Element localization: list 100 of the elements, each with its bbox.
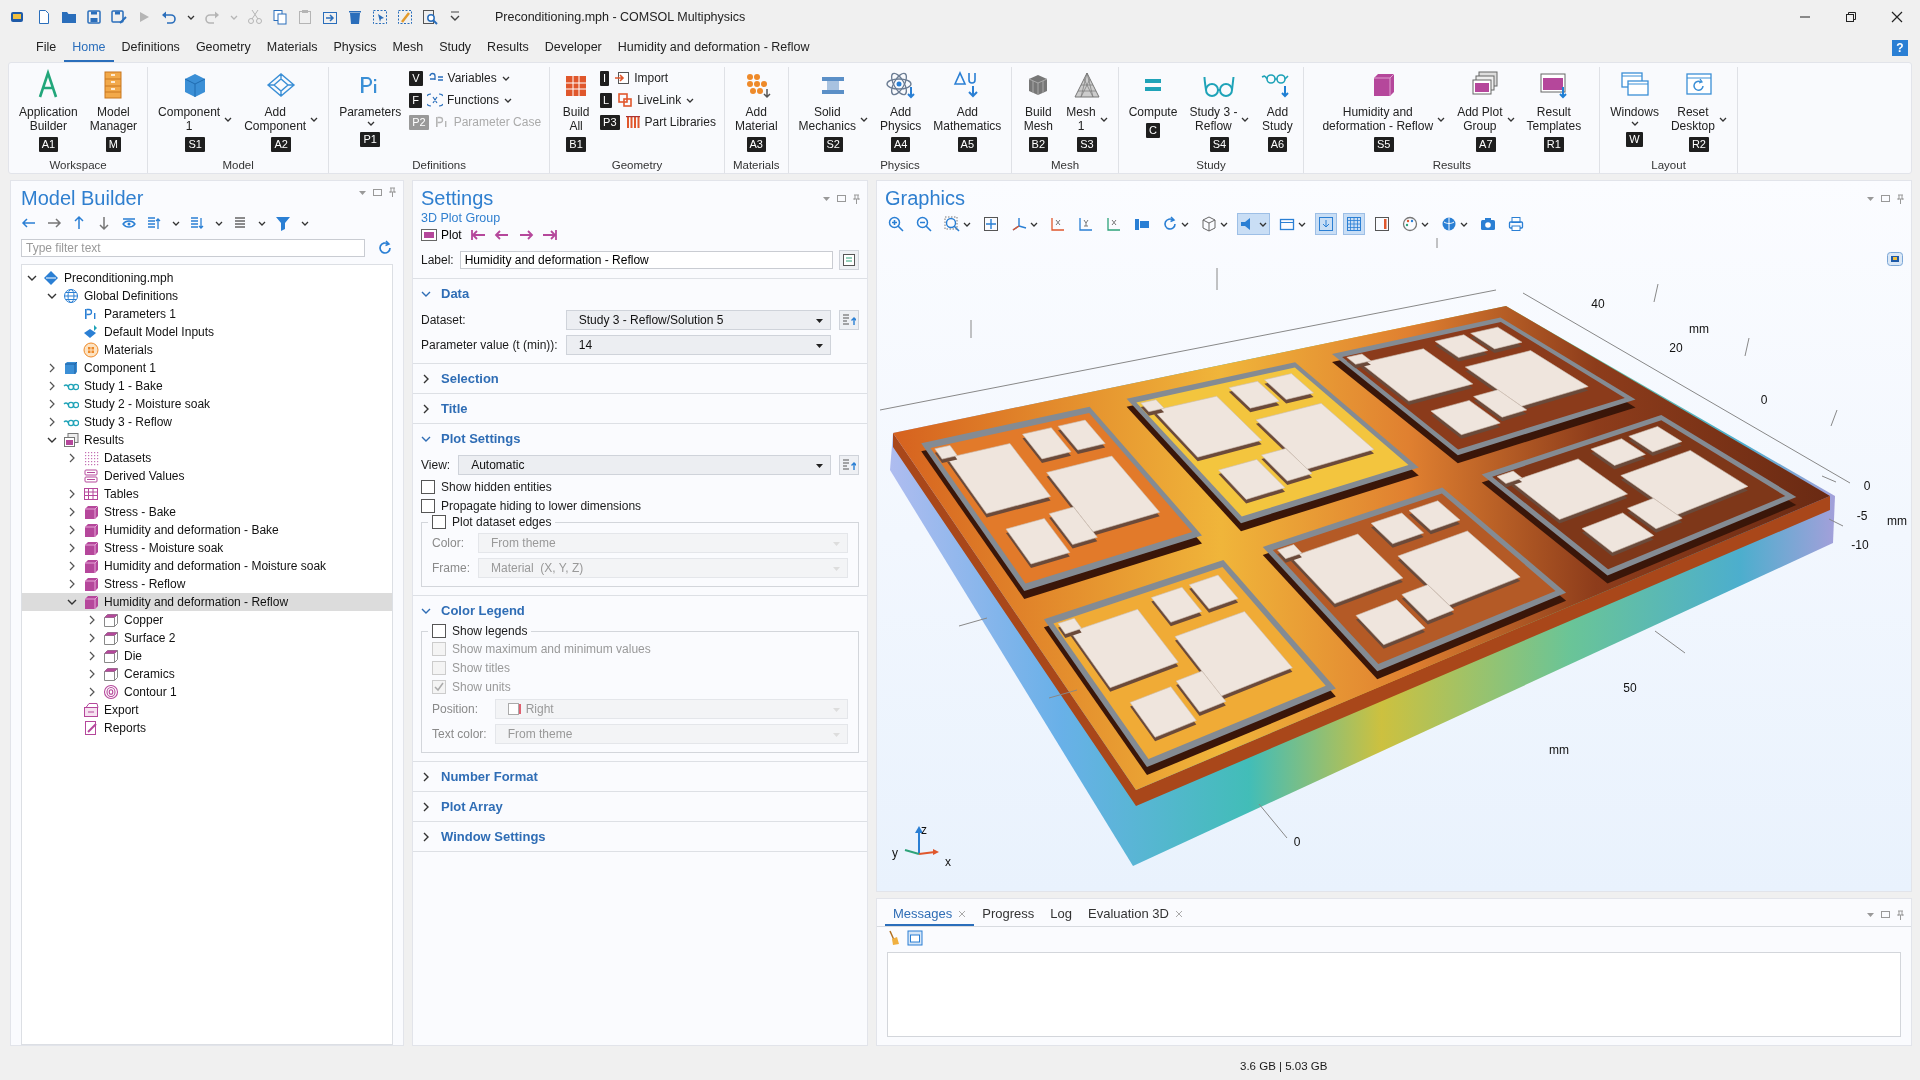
ribbon-button[interactable]: Humidity and deformation - Reflow: [1318, 67, 1450, 135]
tree-item[interactable]: Derived Values: [22, 467, 392, 485]
ribbon-button[interactable]: Build All: [556, 67, 597, 135]
collapse-chevron-icon[interactable]: [27, 273, 37, 283]
tree-item[interactable]: Reports: [22, 719, 392, 737]
dropdown[interactable]: Automatic: [458, 455, 831, 475]
save-as-icon[interactable]: [111, 9, 127, 25]
ribbon-button[interactable]: Windows: [1606, 67, 1663, 130]
save-icon[interactable]: [86, 9, 102, 25]
maximize-icon[interactable]: [373, 187, 382, 197]
close-icon[interactable]: [1891, 11, 1903, 23]
eye-icon[interactable]: [121, 215, 137, 231]
expand-chevron-icon[interactable]: [67, 579, 77, 589]
tree-item[interactable]: Export: [22, 701, 392, 719]
menu-tab[interactable]: Geometry: [187, 34, 259, 62]
brush-box-icon[interactable]: [397, 9, 413, 25]
folder-icon[interactable]: [61, 9, 77, 25]
toolbar-button[interactable]: [1315, 213, 1337, 235]
dropdown[interactable]: 14: [565, 335, 831, 355]
tree-item[interactable]: Component 1: [22, 359, 392, 377]
tree-item[interactable]: Study 3 - Reflow: [22, 413, 392, 431]
refresh-icon[interactable]: [377, 240, 393, 256]
panel-tab[interactable]: Progress: [974, 903, 1043, 926]
tree-item[interactable]: Contour 1: [22, 683, 392, 701]
menu-tab[interactable]: File: [28, 34, 65, 62]
menu-tab[interactable]: Materials: [258, 34, 326, 62]
section-header[interactable]: Selection: [413, 364, 867, 393]
plot-button[interactable]: Plot: [421, 228, 462, 242]
tree-item[interactable]: Study 1 - Bake: [22, 377, 392, 395]
ribbon-button[interactable]: Mesh 1: [1062, 67, 1112, 135]
tree-item[interactable]: Stress - Bake: [22, 503, 392, 521]
selection-box-icon[interactable]: [372, 9, 388, 25]
expand-chevron-icon[interactable]: [67, 561, 77, 571]
find-icon[interactable]: [422, 9, 438, 25]
copy-icon[interactable]: [272, 9, 288, 25]
section-header[interactable]: Plot Array: [413, 792, 867, 821]
ribbon-button[interactable]: LiveLink: [615, 91, 697, 109]
tree-item[interactable]: Stress - Moisture soak: [22, 539, 392, 557]
tree-item[interactable]: Humidity and deformation - Reflow: [22, 593, 392, 611]
tree-item[interactable]: Surface 2: [22, 629, 392, 647]
ribbon-button[interactable]: Component 1: [154, 67, 237, 135]
menu-tab[interactable]: Study: [431, 34, 480, 62]
pin-icon[interactable]: [388, 187, 397, 197]
ribbon-button[interactable]: Reset Desktop: [1666, 67, 1731, 135]
pin-icon[interactable]: [1896, 193, 1905, 204]
menu-tab[interactable]: Humidity and deformation - Reflow: [609, 34, 818, 62]
pin-icon[interactable]: [852, 193, 861, 204]
list-up-icon[interactable]: [146, 215, 162, 231]
expand-chevron-icon[interactable]: [87, 669, 97, 679]
ribbon-button[interactable]: Result Templates: [1522, 67, 1586, 135]
tree-item[interactable]: Humidity and deformation - Moisture soak: [22, 557, 392, 575]
collapse-chevron-icon[interactable]: [47, 291, 57, 301]
ribbon-button[interactable]: Variables: [425, 69, 512, 87]
next-icon[interactable]: [517, 228, 534, 242]
tree-item[interactable]: Datasets: [22, 449, 392, 467]
maximize-icon[interactable]: [1881, 194, 1890, 203]
tree-item[interactable]: Humidity and deformation - Bake: [22, 521, 392, 539]
tree-item[interactable]: Global Definitions: [22, 287, 392, 305]
tree-item[interactable]: Tables: [22, 485, 392, 503]
scene-light-icon[interactable]: [1887, 252, 1903, 266]
ribbon-button[interactable]: Add Plot Group: [1453, 67, 1519, 135]
tree-item[interactable]: Die: [22, 647, 392, 665]
section-header[interactable]: Window Settings: [413, 822, 867, 851]
undo-icon[interactable]: [161, 9, 177, 25]
expand-chevron-icon[interactable]: [87, 687, 97, 697]
checkbox[interactable]: [421, 480, 435, 494]
filter-field[interactable]: Type filter text: [21, 239, 365, 257]
expand-chevron-icon[interactable]: [87, 633, 97, 643]
expand-chevron-icon[interactable]: [67, 453, 77, 463]
expand-chevron-icon[interactable]: [47, 417, 57, 427]
expand-chevron-icon[interactable]: [47, 381, 57, 391]
section-header[interactable]: Data: [413, 279, 867, 308]
expand-chevron-icon[interactable]: [47, 363, 57, 373]
ribbon-button[interactable]: Solid Mechanics: [794, 67, 872, 135]
previous-icon[interactable]: [493, 228, 510, 242]
ribbon-button[interactable]: Add Material: [730, 67, 782, 135]
maximize-icon[interactable]: [837, 194, 846, 203]
ribbon-button[interactable]: Functions: [424, 91, 514, 109]
tree-item[interactable]: Study 2 - Moisture soak: [22, 395, 392, 413]
toolbar-button[interactable]: [1237, 213, 1270, 235]
maximize-icon[interactable]: [1881, 910, 1890, 919]
tree-item[interactable]: Copper: [22, 611, 392, 629]
menu-tab[interactable]: Physics: [325, 34, 385, 62]
expand-chevron-icon[interactable]: [67, 525, 77, 535]
tree-item[interactable]: Parameters 1: [22, 305, 392, 323]
checkbox[interactable]: [432, 515, 446, 529]
menu-tab[interactable]: Mesh: [384, 34, 432, 62]
list-icon[interactable]: [232, 215, 248, 231]
dataset-edit-button[interactable]: [839, 310, 859, 330]
first-icon[interactable]: [469, 228, 486, 242]
expand-chevron-icon[interactable]: [67, 489, 77, 499]
dropdown-arrow-icon[interactable]: [1866, 194, 1875, 203]
new-file-icon[interactable]: [36, 9, 52, 25]
label-edit-button[interactable]: [839, 250, 859, 270]
expand-chevron-icon[interactable]: [67, 507, 77, 517]
expand-chevron-icon[interactable]: [87, 615, 97, 625]
toolbar-button[interactable]: [1343, 213, 1365, 235]
tree-item[interactable]: Stress - Reflow: [22, 575, 392, 593]
collapse-chevron-icon[interactable]: [67, 597, 77, 607]
ribbon-button[interactable]: Parameters: [335, 67, 406, 130]
